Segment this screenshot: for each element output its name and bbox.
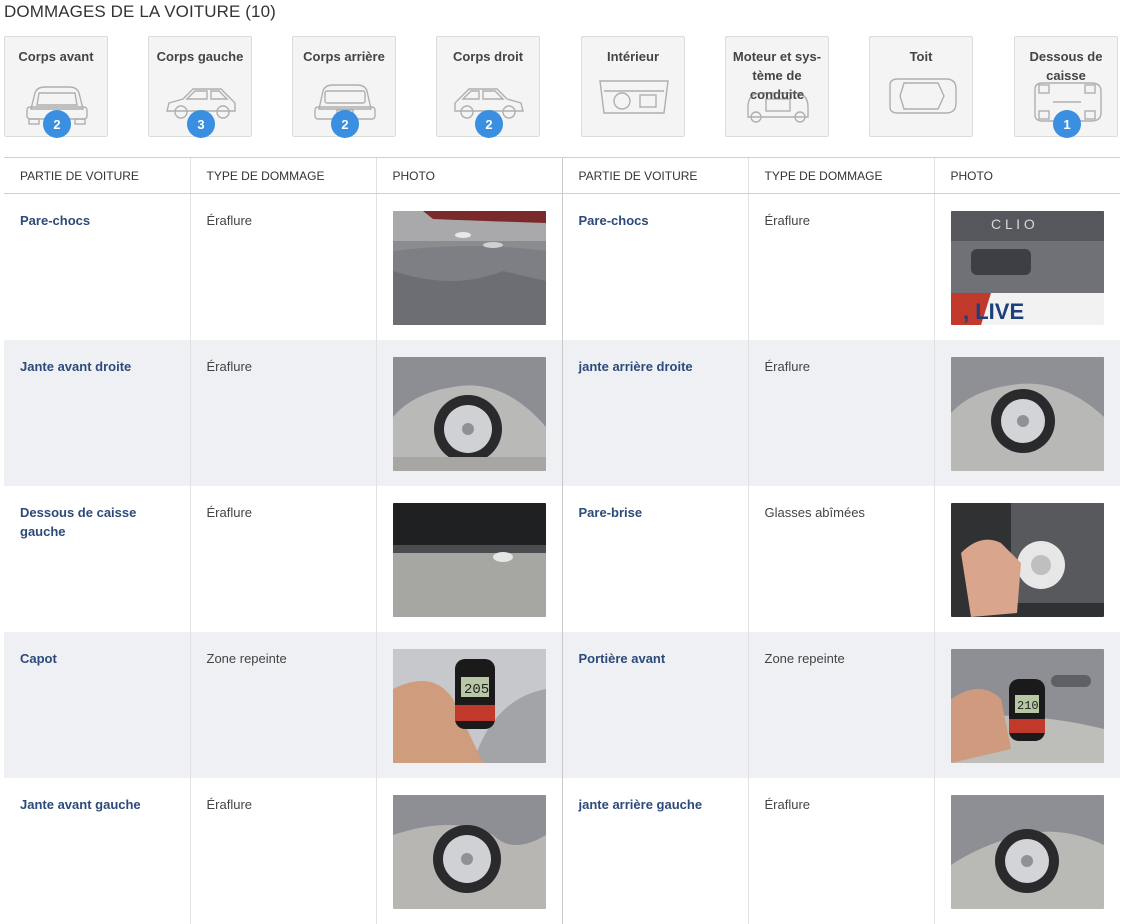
damage-type: Glasses abîmées [764,504,865,520]
damage-table: PARTIE DE VOITURE TYPE DE DOMMAGE PHOTO … [4,157,1120,924]
part-name: Portière avant [578,650,666,666]
part-name: Jante avant gauche [20,796,141,812]
damage-type: Éraflure [206,504,253,520]
part-name: jante arrière gauche [578,796,703,812]
damage-photo[interactable]: C L I O , LIVE [950,211,1104,325]
category-moteur[interactable]: Moteur et sys-tème de conduite [725,36,829,137]
damage-photo[interactable]: 205 [392,648,546,763]
category-toit[interactable]: Toit [869,36,973,137]
column-header: TYPE DE DOMMAGE [189,157,376,194]
category-corps-droit[interactable]: Corps droit 2 [436,36,540,138]
clio-logo-text: C L I O [991,216,1035,232]
category-count-badge: 2 [331,110,359,138]
part-name: Capot [20,650,57,666]
damage-photo[interactable] [392,794,546,909]
damage-type: Éraflure [764,213,811,228]
category-label: Intérieur [606,49,659,64]
damage-photo[interactable] [950,502,1104,617]
category-label: Corps droit [452,49,524,64]
category-label: Corps arrière [303,49,385,64]
category-label: Corps avant [18,49,94,64]
gauge-reading: 205 [464,682,489,698]
damage-type: Éraflure [206,213,253,228]
table-row: Capot Zone repeinte 205 Portière avant Z… [4,631,1120,778]
column-header: TYPE DE DOMMAGE [747,157,934,194]
part-name: Pare-chocs [20,213,91,228]
column-header: PHOTO [933,157,1120,194]
part-name: Pare-brise [578,504,643,520]
column-header: PARTIE DE VOITURE [4,157,190,194]
damage-type: Zone repeinte [764,650,845,666]
damage-type: Éraflure [206,796,253,812]
category-corps-avant[interactable]: Corps avant 2 [4,36,108,138]
category-dessous-de-caisse[interactable]: Dessous de caisse 1 [1014,36,1118,138]
part-name: jante arrière droite [578,358,693,374]
category-corps-arriere[interactable]: Corps arrière 2 [292,36,396,138]
damage-category-bar: Corps avant 2 Corps gauche 3 Corps arriè… [4,36,1121,140]
gauge-reading: 210 [1017,699,1039,713]
car-top-icon [884,73,960,119]
damage-type: Éraflure [206,358,253,374]
damage-photo[interactable] [950,794,1104,909]
engine-icon [740,81,816,127]
table-row: Jante avant droite Éraflure jante arrièr… [4,339,1120,486]
damage-photo[interactable] [392,211,546,325]
part-name: Pare-chocs [578,213,649,228]
damage-photo[interactable] [392,502,546,617]
damage-photo[interactable]: 210 [950,648,1104,763]
table-row: Pare-chocs Éraflure Pare-chocs Éraflure [4,193,1120,340]
plate-text: , LIVE [963,299,1024,324]
page-title: DOMMAGES DE LA VOITURE (10) [4,2,276,21]
damage-type: Éraflure [764,796,811,812]
damage-photo[interactable] [392,356,546,471]
damage-type: Éraflure [764,358,811,374]
category-count-badge: 3 [187,110,215,138]
category-count-badge: 2 [43,110,71,138]
column-header: PHOTO [375,157,562,194]
part-name: Jante avant droite [20,358,132,374]
table-row: Dessous de caisse gauche Éraflure Pare-b… [4,485,1120,632]
damage-type: Zone repeinte [206,650,287,666]
category-corps-gauche[interactable]: Corps gauche 3 [148,36,252,138]
category-count-badge: 2 [475,110,503,138]
table-header-row: PARTIE DE VOITURE TYPE DE DOMMAGE PHOTO … [4,157,1120,194]
column-header: PARTIE DE VOITURE [561,157,748,194]
category-interieur[interactable]: Intérieur [581,36,685,137]
damage-photo[interactable] [950,356,1104,471]
car-interior-icon [596,73,672,119]
part-name: Dessous de caisse gauche [20,504,137,539]
category-count-badge: 1 [1053,110,1081,138]
category-label: Corps gauche [156,49,244,64]
table-row: Jante avant gauche Éraflure jante arrièr… [4,777,1120,924]
category-label: Toit [909,49,933,64]
